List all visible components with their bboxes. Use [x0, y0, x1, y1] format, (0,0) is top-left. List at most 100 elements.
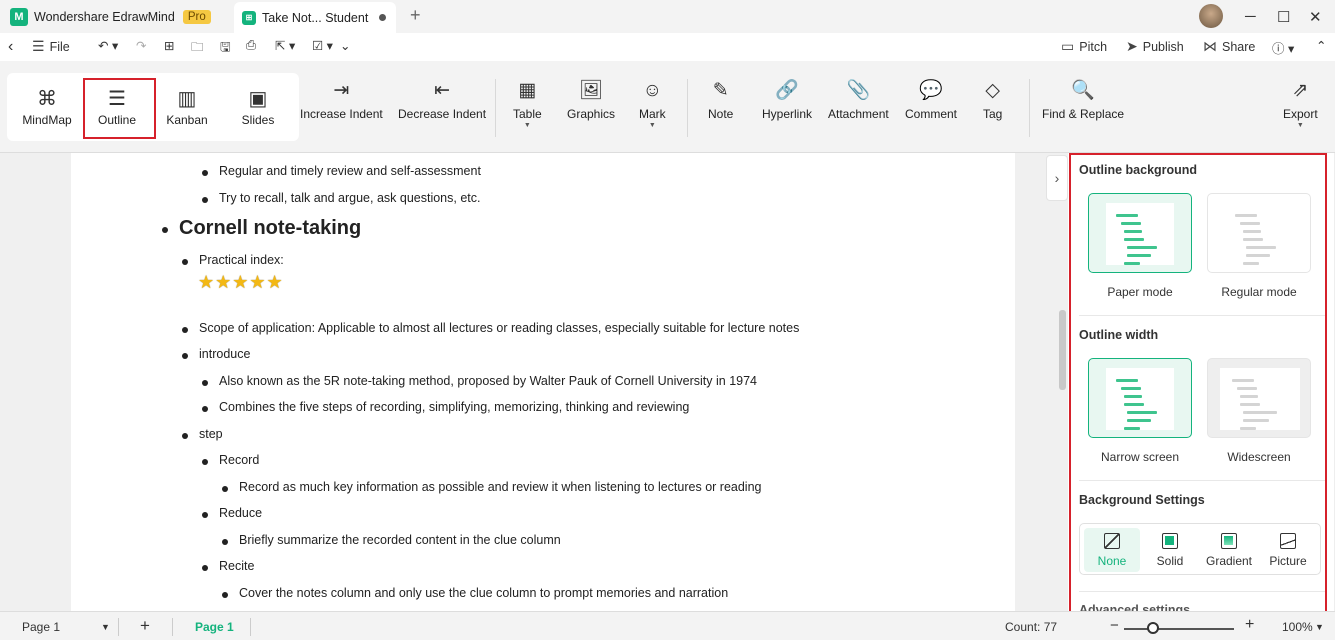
mark-button[interactable]: ☺ Mark ▼	[639, 79, 666, 129]
find-replace-icon: 🔍	[1071, 80, 1095, 101]
outline-item[interactable]: Record	[201, 453, 259, 467]
mark-caret-icon: ▼	[648, 122, 656, 129]
outline-item[interactable]: introduce	[181, 347, 250, 361]
kanban-label: Kanban	[166, 113, 208, 127]
outline-item[interactable]: Cover the notes column and only use the …	[221, 586, 728, 600]
checklist-icon[interactable]: ☑ ▾	[312, 38, 333, 53]
zoom-level[interactable]: 100%	[1282, 620, 1313, 634]
zoom-caret-icon[interactable]: ▼	[1315, 622, 1324, 632]
zoom-slider-thumb[interactable]	[1147, 622, 1159, 634]
outline-item[interactable]: Reduce	[201, 506, 262, 520]
graphics-button[interactable]: 🖼 Graphics	[567, 79, 615, 121]
outline-item[interactable]: Scope of application: Applicable to almo…	[181, 321, 799, 335]
divider	[495, 79, 496, 137]
outline-view-button[interactable]: ☰ Outline	[82, 73, 152, 141]
outline-heading[interactable]: Cornell note-taking	[161, 217, 361, 240]
divider	[1079, 591, 1325, 592]
decrease-indent-button[interactable]: ⇤ Decrease Indent	[398, 79, 486, 121]
comment-label: Comment	[905, 107, 958, 121]
add-page-icon[interactable]: +	[140, 616, 150, 636]
outline-item[interactable]: Regular and timely review and self-asses…	[202, 164, 481, 178]
maximize-icon[interactable]: ☐	[1277, 8, 1290, 26]
export-button[interactable]: ⇗ Export ▼	[1283, 79, 1318, 129]
outline-item[interactable]: Also known as the 5R note-taking method,…	[201, 374, 757, 388]
widescreen-option[interactable]	[1207, 358, 1311, 438]
background-gradient-option[interactable]: Gradient	[1201, 528, 1257, 572]
outline-canvas: Regular and timely review and self-asses…	[0, 153, 1068, 611]
undo-icon[interactable]: ↶ ▾	[98, 38, 118, 53]
outline-item[interactable]: Record as much key information as possib…	[222, 480, 762, 494]
vertical-scrollbar[interactable]	[1059, 310, 1066, 390]
mark-label: Mark	[639, 107, 666, 121]
mindmap-label: MindMap	[22, 113, 72, 127]
table-button[interactable]: ▦ Table ▼	[513, 79, 542, 129]
outline-item[interactable]: Recite	[201, 559, 254, 573]
print-icon[interactable]: ⎙	[246, 38, 256, 53]
hyperlink-button[interactable]: 🔗 Hyperlink	[762, 79, 812, 121]
divider	[1029, 79, 1030, 137]
save-icon[interactable]: 🖫	[220, 38, 231, 59]
divider	[687, 79, 688, 137]
outline-item[interactable]: Combines the five steps of recording, si…	[201, 400, 689, 414]
hyperlink-label: Hyperlink	[762, 107, 813, 121]
outline-item[interactable]: Try to recall, talk and argue, ask quest…	[201, 191, 480, 205]
pitch-button[interactable]: ▭ Pitch	[1061, 38, 1107, 55]
collapse-ribbon-icon[interactable]: ⌃	[1316, 38, 1326, 53]
comment-button[interactable]: 💬 Comment	[905, 79, 957, 121]
zoom-in-icon[interactable]: +	[1245, 616, 1254, 634]
outline-item[interactable]: step	[182, 427, 223, 441]
kanban-icon: ▥	[177, 88, 197, 110]
paper-mode-option[interactable]	[1088, 193, 1192, 273]
find-replace-button[interactable]: 🔍 Find & Replace	[1042, 79, 1124, 121]
page-select-caret-icon[interactable]: ▼	[101, 622, 110, 632]
help-icon[interactable]: ⓘ ▾	[1272, 38, 1294, 57]
export-small-icon[interactable]: ⇱ ▾	[275, 38, 295, 53]
file-menu[interactable]: ☰ File	[32, 38, 70, 55]
mindmap-view-button[interactable]: ⌘ MindMap	[12, 73, 82, 141]
note-button[interactable]: ✎ Note	[708, 79, 733, 121]
slides-view-button[interactable]: ▣ Slides	[223, 73, 293, 141]
solid-label: Solid	[1156, 553, 1184, 568]
background-none-option[interactable]: None	[1084, 528, 1140, 572]
divider	[250, 618, 251, 636]
document-icon: ⊞	[242, 10, 256, 25]
background-picture-option[interactable]: Picture	[1260, 528, 1316, 572]
narrow-screen-label: Narrow screen	[1100, 450, 1180, 464]
zoom-out-icon[interactable]: −	[1110, 617, 1119, 634]
zoom-slider-track[interactable]	[1124, 628, 1234, 630]
increase-indent-button[interactable]: ⇥ Increase Indent	[300, 79, 383, 121]
open-folder-icon[interactable]: 🗀	[191, 38, 204, 59]
user-avatar[interactable]	[1199, 4, 1223, 28]
app-tab[interactable]: M Wondershare EdrawMind Pro	[10, 0, 211, 33]
publish-button[interactable]: ➤ Publish	[1126, 38, 1184, 55]
increase-indent-label: Increase Indent	[300, 107, 383, 121]
attachment-button[interactable]: 📎 Attachment	[828, 79, 889, 121]
unsaved-dot-icon[interactable]	[379, 14, 386, 21]
tag-button[interactable]: ◇ Tag	[983, 79, 1002, 121]
find-replace-label: Find & Replace	[1042, 107, 1125, 121]
regular-mode-option[interactable]	[1207, 193, 1311, 273]
kanban-view-button[interactable]: ▥ Kanban	[152, 73, 222, 141]
page-tab[interactable]: Page 1	[195, 620, 234, 634]
collapse-panel-button[interactable]: ›	[1046, 155, 1068, 201]
decrease-indent-label: Decrease Indent	[398, 107, 487, 121]
document-tab[interactable]: ⊞ Take Not... Student	[234, 2, 396, 33]
publish-icon: ➤	[1126, 38, 1138, 54]
new-tab-plus-icon[interactable]: +	[410, 5, 421, 26]
minimize-icon[interactable]: ─	[1245, 8, 1256, 25]
outline-item[interactable]: Practical index:	[182, 253, 284, 267]
background-settings-title: Background Settings	[1079, 493, 1205, 507]
outline-item[interactable]: Briefly summarize the recorded content i…	[222, 533, 561, 547]
redo-icon[interactable]: ↷	[136, 38, 146, 53]
more-chevron-icon[interactable]: ⌄	[340, 38, 350, 53]
graphics-label: Graphics	[567, 107, 616, 121]
share-button[interactable]: ⋈ Share	[1203, 38, 1255, 55]
picture-label: Picture	[1269, 553, 1307, 568]
close-window-icon[interactable]: ✕	[1309, 8, 1322, 26]
background-solid-option[interactable]: Solid	[1142, 528, 1198, 572]
new-file-icon[interactable]: ⊞	[164, 38, 174, 53]
mark-icon: ☺	[642, 80, 663, 101]
narrow-screen-option[interactable]	[1088, 358, 1192, 438]
page-select[interactable]: Page 1	[22, 620, 60, 634]
back-chevron-icon[interactable]: ‹	[8, 38, 13, 56]
